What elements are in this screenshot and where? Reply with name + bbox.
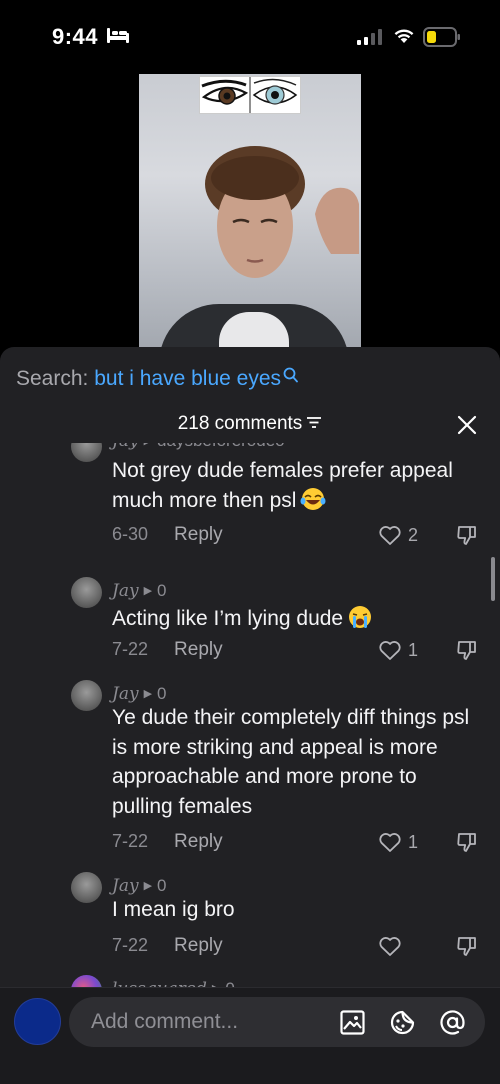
comment-username[interactable]: Jay▶daysbeforerodeo (112, 443, 285, 451)
like-button[interactable]: 2 (378, 523, 418, 547)
heart-icon (379, 937, 401, 956)
comment-date: 6-30 (112, 524, 149, 544)
comment-username[interactable]: Jay ▶ 0 (112, 876, 167, 896)
avatar[interactable] (71, 680, 102, 711)
laughing-emoji (300, 487, 326, 510)
comment-input[interactable] (91, 997, 321, 1047)
comment-meta: 7-22 Reply (112, 639, 223, 661)
my-avatar[interactable] (14, 998, 61, 1045)
comment-text: I mean ig bro (112, 898, 235, 921)
emoji-icon[interactable] (389, 1009, 416, 1036)
search-icon (283, 367, 298, 383)
dislike-icon[interactable] (455, 523, 479, 547)
search-suggestion[interactable]: Search: but i have blue eyes (16, 367, 298, 391)
comments-sheet: Search: but i have blue eyes 218 comment… (0, 347, 500, 1084)
status-bar: 9:44 (0, 0, 500, 70)
avatar[interactable] (71, 577, 102, 608)
comment-username[interactable]: Jay ▶ 0 (112, 581, 167, 601)
video-thumbnail[interactable] (139, 74, 361, 364)
comment-date: 7-22 (112, 639, 149, 659)
comment-date: 7-22 (112, 831, 149, 851)
comments-header: 218 comments (0, 413, 500, 435)
comments-list[interactable]: Jay▶daysbeforerodeo Not grey dude female… (0, 443, 500, 987)
comment-text: Ye dude their completely diff things psl… (112, 706, 470, 818)
reply-button[interactable]: Reply (174, 639, 223, 660)
comment-meta: 6-30 Reply (112, 524, 223, 546)
heart-icon (379, 641, 401, 660)
status-time: 9:44 (52, 24, 99, 49)
image-icon[interactable] (339, 1009, 366, 1036)
person-head (205, 146, 305, 278)
heart-icon (379, 526, 401, 545)
scrollbar[interactable] (491, 557, 495, 601)
avatar[interactable] (71, 443, 102, 462)
comment-username[interactable]: lussquared▶0 (112, 979, 235, 987)
comment-text: Not grey dude females prefer appeal much… (112, 459, 453, 512)
dislike-icon[interactable] (455, 934, 479, 958)
comment-meta: 7-22 Reply (112, 831, 223, 853)
eye-comparison-image (199, 76, 301, 114)
like-count: 1 (408, 831, 419, 852)
search-prefix: Search: (16, 367, 89, 390)
comment-input-container[interactable] (69, 997, 485, 1047)
comment-meta: 7-22 Reply (112, 935, 223, 957)
like-button[interactable]: 1 (378, 830, 418, 854)
search-query[interactable]: but i have blue eyes (94, 367, 281, 390)
like-button[interactable]: 1 (378, 638, 418, 662)
like-count: 1 (408, 639, 419, 660)
avatar[interactable] (71, 975, 102, 987)
signal-icon (357, 29, 382, 45)
comment-composer (0, 987, 500, 1084)
mention-icon[interactable] (439, 1009, 466, 1036)
heart-icon (379, 833, 401, 852)
close-icon[interactable] (456, 414, 478, 436)
reply-button[interactable]: Reply (174, 524, 223, 545)
dislike-icon[interactable] (455, 638, 479, 662)
avatar[interactable] (71, 872, 102, 903)
wifi-icon (394, 29, 414, 43)
reply-button[interactable]: Reply (174, 831, 223, 852)
comment-text: Acting like I’m lying dude (112, 604, 482, 634)
like-count: 2 (408, 524, 419, 545)
crying-emoji (349, 606, 372, 628)
dislike-icon[interactable] (455, 830, 479, 854)
comment-date: 7-22 (112, 935, 149, 955)
hand (315, 187, 359, 254)
comment-username[interactable]: Jay ▶ 0 (112, 684, 167, 704)
bed-icon (107, 28, 129, 43)
filter-icon[interactable] (306, 415, 322, 429)
comments-count: 218 comments (177, 413, 303, 434)
like-button[interactable] (378, 934, 408, 958)
reply-button[interactable]: Reply (174, 935, 223, 956)
battery-icon (423, 27, 460, 47)
